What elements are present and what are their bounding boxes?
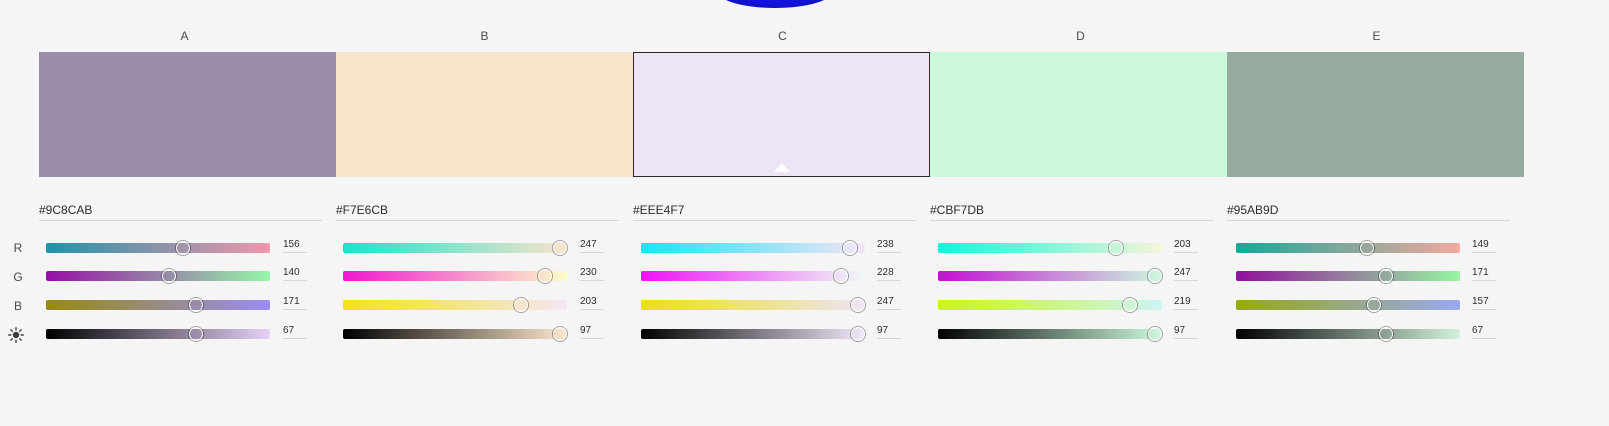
slider-track-b-d[interactable]	[938, 298, 1162, 312]
value-input-r-a[interactable]: 156	[283, 239, 307, 253]
slider-thumb-r-a[interactable]	[176, 241, 191, 255]
slider-thumb-r-b[interactable]	[552, 241, 567, 255]
slider-track-b-e[interactable]	[1236, 298, 1460, 312]
value-input-brightness-d[interactable]: 97	[1174, 325, 1198, 339]
slider-track-brightness-a[interactable]	[46, 327, 270, 341]
swatch-label-c: C	[778, 29, 787, 43]
color-swatch-e[interactable]	[1227, 52, 1524, 177]
slider-track-brightness-d[interactable]	[938, 327, 1163, 341]
brightness-sun-icon	[8, 327, 24, 343]
hex-input-c[interactable]: #EEE4F7	[633, 203, 916, 221]
slider-thumb-brightness-c[interactable]	[851, 327, 866, 341]
slider-thumb-g-c[interactable]	[834, 269, 849, 283]
slider-track-r-a[interactable]	[46, 241, 270, 255]
slider-track-r-e[interactable]	[1236, 241, 1460, 255]
slider-thumb-b-a[interactable]	[189, 298, 204, 312]
color-swatch-b[interactable]	[336, 52, 633, 177]
slider-thumb-g-d[interactable]	[1147, 269, 1162, 283]
slider-thumb-g-e[interactable]	[1379, 269, 1394, 283]
hex-input-a[interactable]: #9C8CAB	[39, 203, 322, 221]
slider-thumb-brightness-b[interactable]	[553, 327, 568, 341]
slider-track-r-d[interactable]	[938, 241, 1162, 255]
color-swatch-a[interactable]	[39, 52, 336, 177]
slider-thumb-r-c[interactable]	[843, 241, 858, 255]
value-input-brightness-e[interactable]: 67	[1472, 325, 1496, 339]
value-input-b-e[interactable]: 157	[1472, 296, 1496, 310]
value-input-r-d[interactable]: 203	[1174, 239, 1198, 253]
slider-track-b-b[interactable]	[343, 298, 567, 312]
value-input-b-b[interactable]: 203	[580, 296, 604, 310]
slider-thumb-b-e[interactable]	[1366, 298, 1381, 312]
row-label-g: G	[13, 270, 23, 284]
value-input-g-c[interactable]: 228	[877, 267, 901, 281]
hex-input-e[interactable]: #95AB9D	[1227, 203, 1510, 221]
slider-thumb-brightness-d[interactable]	[1148, 327, 1163, 341]
slider-track-g-b[interactable]	[343, 269, 567, 283]
value-input-g-e[interactable]: 171	[1472, 267, 1496, 281]
slider-track-brightness-b[interactable]	[343, 327, 568, 341]
hex-input-d[interactable]: #CBF7DB	[930, 203, 1213, 221]
color-swatch-c-selected[interactable]	[633, 52, 930, 177]
swatch-label-e: E	[1372, 29, 1381, 43]
value-input-g-b[interactable]: 230	[580, 267, 604, 281]
slider-track-brightness-e[interactable]	[1236, 327, 1460, 341]
row-label-r: R	[13, 241, 23, 255]
slider-thumb-r-d[interactable]	[1109, 241, 1124, 255]
value-input-b-a[interactable]: 171	[283, 296, 307, 310]
swatch-label-b: B	[480, 29, 489, 43]
slider-track-brightness-c[interactable]	[641, 327, 866, 341]
slider-track-r-b[interactable]	[343, 241, 567, 255]
slider-thumb-brightness-e[interactable]	[1379, 327, 1394, 341]
swatch-label-d: D	[1076, 29, 1085, 43]
slider-track-b-a[interactable]	[46, 298, 270, 312]
hex-input-b[interactable]: #F7E6CB	[336, 203, 619, 221]
slider-track-b-c[interactable]	[641, 298, 865, 312]
value-input-brightness-b[interactable]: 97	[580, 325, 604, 339]
value-input-r-e[interactable]: 149	[1472, 239, 1496, 253]
slider-track-g-e[interactable]	[1236, 269, 1460, 283]
selected-caret-icon	[773, 163, 790, 172]
slider-thumb-r-e[interactable]	[1359, 241, 1374, 255]
slider-thumb-g-b[interactable]	[538, 269, 553, 283]
slider-track-g-d[interactable]	[938, 269, 1162, 283]
slider-thumb-b-c[interactable]	[850, 298, 865, 312]
value-input-r-b[interactable]: 247	[580, 239, 604, 253]
value-input-g-a[interactable]: 140	[283, 267, 307, 281]
value-input-brightness-a[interactable]: 67	[283, 325, 307, 339]
slider-track-g-c[interactable]	[641, 269, 865, 283]
slider-thumb-b-b[interactable]	[514, 298, 529, 312]
color-swatch-d[interactable]	[930, 52, 1227, 177]
slider-thumb-brightness-a[interactable]	[189, 327, 204, 341]
value-input-b-c[interactable]: 247	[877, 296, 901, 310]
slider-thumb-g-a[interactable]	[161, 269, 176, 283]
value-input-b-d[interactable]: 219	[1174, 296, 1198, 310]
slider-track-g-a[interactable]	[46, 269, 270, 283]
slider-track-r-c[interactable]	[641, 241, 865, 255]
color-wheel-handle[interactable]	[716, 0, 834, 8]
value-input-r-c[interactable]: 238	[877, 239, 901, 253]
value-input-g-d[interactable]: 247	[1174, 267, 1198, 281]
value-input-brightness-c[interactable]: 97	[877, 325, 901, 339]
swatch-label-a: A	[180, 29, 189, 43]
row-label-b: B	[13, 299, 22, 313]
slider-thumb-b-d[interactable]	[1123, 298, 1138, 312]
